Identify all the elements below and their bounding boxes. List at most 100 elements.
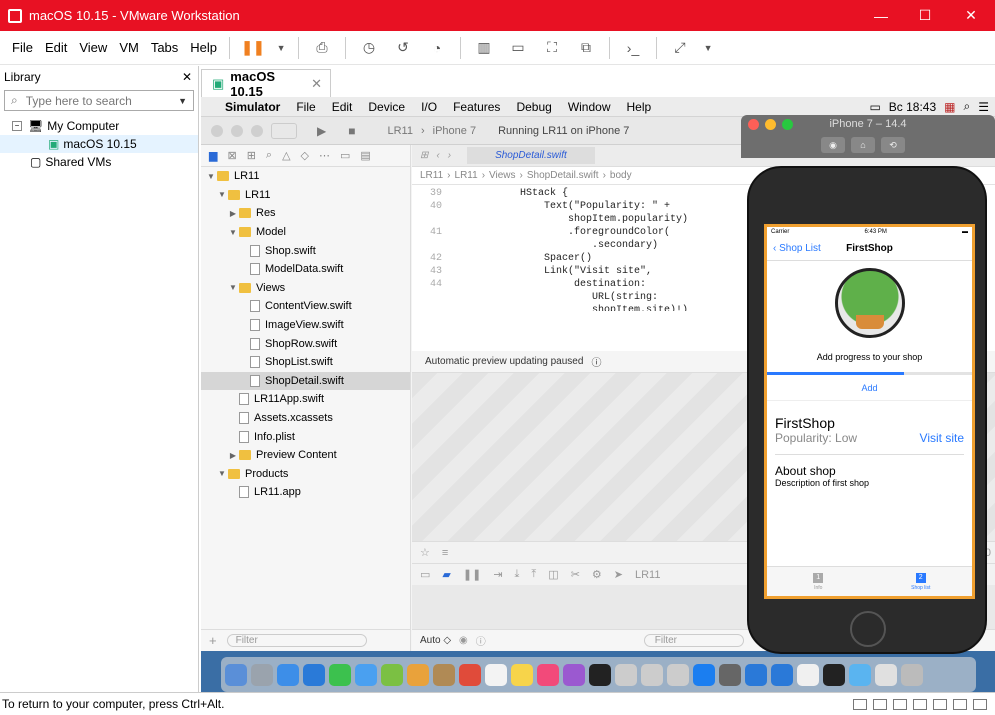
navigator-item[interactable]: ▼ LR11 xyxy=(201,186,410,205)
info-icon[interactable]: ⓘ xyxy=(591,354,601,369)
menu-vm[interactable]: VM xyxy=(113,40,145,55)
dock-app-icon[interactable] xyxy=(823,663,845,686)
navigator-item[interactable]: ▶ Preview Content xyxy=(201,446,410,465)
close-tab-icon[interactable]: ✕ xyxy=(311,76,322,92)
menu-help[interactable]: Help xyxy=(184,40,223,55)
mac-menu-file[interactable]: File xyxy=(288,100,323,114)
step-in-icon[interactable]: ⤓ xyxy=(515,568,520,581)
disclosure-open-icon[interactable]: ▼ xyxy=(216,190,228,199)
zoom-light[interactable] xyxy=(251,124,263,137)
message-icon[interactable] xyxy=(973,698,987,710)
menu-edit[interactable]: Edit xyxy=(39,40,73,55)
navigator-filter[interactable]: + Filter xyxy=(201,629,411,651)
pause-icon[interactable]: ❚❚ xyxy=(241,37,264,59)
sidebar-toggle-icon[interactable] xyxy=(271,122,297,139)
dock-app-icon[interactable] xyxy=(511,663,533,686)
editor-tab[interactable]: ShopDetail.swift xyxy=(467,147,595,164)
home-button[interactable] xyxy=(850,611,886,647)
close-icon[interactable]: ✕ xyxy=(182,70,192,84)
navigator-item[interactable]: LR11.app xyxy=(201,483,410,502)
vm-display[interactable]: Simulator File Edit Device I/O Features … xyxy=(201,97,995,692)
pause-icon[interactable]: ❚❚ xyxy=(463,568,481,581)
screenshot-icon[interactable]: ◉ xyxy=(821,137,845,153)
spotlight-icon[interactable]: ⌕ xyxy=(964,99,971,114)
hide-debug-icon[interactable]: ▭ xyxy=(420,568,430,581)
navigator-item[interactable]: ▼ Views xyxy=(201,279,410,298)
revert-snapshot-icon[interactable]: ↺ xyxy=(392,37,414,59)
folder-icon[interactable]: ▆ xyxy=(209,149,217,162)
close-button[interactable]: ✕ xyxy=(948,0,994,31)
breakpoint-icon[interactable]: ▭ xyxy=(340,149,350,162)
auto-select[interactable]: Auto ◇ xyxy=(420,635,451,646)
snapshot-icon[interactable]: ◷ xyxy=(358,37,380,59)
menu-file[interactable]: File xyxy=(6,40,39,55)
mac-menu-debug[interactable]: Debug xyxy=(508,100,559,114)
report-icon[interactable]: ▤ xyxy=(360,149,370,162)
send-ctrl-alt-del-icon[interactable]: ⎙ xyxy=(311,37,333,59)
tree-item-macos[interactable]: ▣ macOS 10.15 xyxy=(0,135,198,153)
dock-app-icon[interactable] xyxy=(745,663,767,686)
tree-item-my-computer[interactable]: − 🖥 My Computer xyxy=(0,117,198,135)
dock-app-icon[interactable] xyxy=(849,663,871,686)
chevron-down-icon[interactable]: ▼ xyxy=(178,96,187,106)
scheme-target[interactable]: LR11 xyxy=(387,125,412,137)
navigator-item[interactable]: ShopRow.swift xyxy=(201,334,410,353)
debug-target[interactable]: LR11 xyxy=(635,569,660,581)
airplay-icon[interactable]: ▭ xyxy=(869,100,880,114)
mac-menu-window[interactable]: Window xyxy=(560,100,619,114)
mac-menu-help[interactable]: Help xyxy=(619,100,660,114)
breadcrumb-item[interactable]: LR11 xyxy=(455,170,478,181)
forward-arrow-icon[interactable]: › xyxy=(448,150,451,161)
disclosure-open-icon[interactable]: ▼ xyxy=(205,172,217,181)
find-icon[interactable]: ⌕ xyxy=(266,149,272,162)
usb-icon[interactable] xyxy=(913,698,927,710)
menu-tabs[interactable]: Tabs xyxy=(145,40,184,55)
filter-input[interactable]: Filter xyxy=(226,634,367,647)
iphone-screen[interactable]: Carrier 6:43 PM ▬ ‹ Shop List FirstShop … xyxy=(764,224,975,599)
grid-icon[interactable]: ⊞ xyxy=(420,150,428,161)
dock-app-icon[interactable] xyxy=(277,663,299,686)
dock-app-icon[interactable] xyxy=(433,663,455,686)
dock-app-icon[interactable] xyxy=(641,663,663,686)
breakpoints-icon[interactable]: ▰ xyxy=(442,568,450,581)
mac-menu-edit[interactable]: Edit xyxy=(324,100,361,114)
mac-menu-simulator[interactable]: Simulator xyxy=(217,100,288,114)
collapse-icon[interactable]: − xyxy=(12,121,22,131)
dock-app-icon[interactable] xyxy=(485,663,507,686)
visit-site-link[interactable]: Visit site xyxy=(920,431,964,445)
navigator-item[interactable]: ShopList.swift xyxy=(201,353,410,372)
menu-view[interactable]: View xyxy=(73,40,113,55)
environment-icon[interactable]: ⚙ xyxy=(592,568,602,581)
scheme-device[interactable]: iPhone 7 xyxy=(433,125,476,137)
show-library-icon[interactable]: ▥ xyxy=(473,37,495,59)
dock-app-icon[interactable] xyxy=(537,663,559,686)
close-light[interactable] xyxy=(211,124,223,137)
add-icon[interactable]: + xyxy=(209,633,217,648)
disclosure-open-icon[interactable]: ▼ xyxy=(227,283,239,292)
breadcrumb-item[interactable]: LR11 xyxy=(420,170,443,181)
back-arrow-icon[interactable]: ‹ xyxy=(436,150,439,161)
navigator-item[interactable]: ▼ LR11 xyxy=(201,167,410,186)
dock-app-icon[interactable] xyxy=(875,663,897,686)
breadcrumb-item[interactable]: ShopDetail.swift xyxy=(527,170,599,181)
navigator-item[interactable]: Shop.swift xyxy=(201,241,410,260)
dock-app-icon[interactable] xyxy=(563,663,585,686)
step-over-icon[interactable]: ⇥ xyxy=(493,568,502,581)
dock-app-icon[interactable] xyxy=(303,663,325,686)
navigator-item[interactable]: Info.plist xyxy=(201,427,410,446)
full-screen-icon[interactable]: ⛶ xyxy=(541,37,563,59)
home-icon[interactable]: ⌂ xyxy=(851,137,875,153)
unity-icon[interactable]: ⧉ xyxy=(575,37,597,59)
add-button[interactable]: Add xyxy=(767,383,972,401)
dock-app-icon[interactable] xyxy=(407,663,429,686)
eye-icon[interactable]: ◉ xyxy=(459,635,468,646)
minimize-button[interactable]: — xyxy=(858,0,904,31)
disclosure-open-icon[interactable]: ▼ xyxy=(227,228,239,237)
mac-menu-device[interactable]: Device xyxy=(360,100,413,114)
dock-app-icon[interactable] xyxy=(719,663,741,686)
tab-vm[interactable]: ▣ macOS 10.15 ✕ xyxy=(201,69,331,99)
stretch-icon[interactable]: ⤢ xyxy=(669,37,691,59)
navigator-item[interactable]: ▼ Products xyxy=(201,465,410,484)
pin-icon[interactable]: ☆ xyxy=(420,546,430,559)
navigator-item[interactable]: ModelData.swift xyxy=(201,260,410,279)
